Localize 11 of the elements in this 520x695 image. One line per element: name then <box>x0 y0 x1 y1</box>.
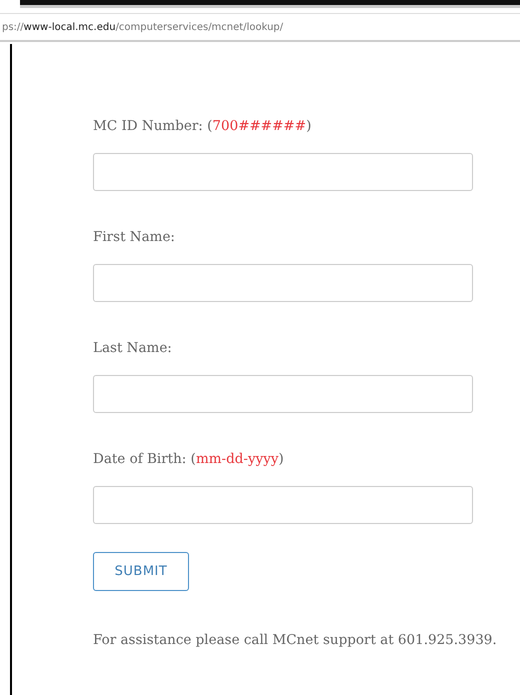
field-label: Last Name: <box>93 339 173 358</box>
input-field[interactable] <box>93 486 473 524</box>
input-field[interactable] <box>93 264 473 302</box>
input-field[interactable] <box>93 153 473 191</box>
field-label: First Name: <box>93 228 176 247</box>
input-field[interactable] <box>93 375 473 413</box>
address-bar-url[interactable]: ps://www-local.mc.edu/computerservices/mcnet/lookup/ <box>0 22 284 32</box>
field-label: Date of Birth: (mm-dd-yyyy) <box>93 450 285 469</box>
support-note: For assistance please call MCnet support at 601.925.3939. <box>93 632 498 648</box>
submit-button[interactable]: SUBMIT <box>93 552 189 591</box>
field-label: MC ID Number: (700######) <box>93 117 312 136</box>
